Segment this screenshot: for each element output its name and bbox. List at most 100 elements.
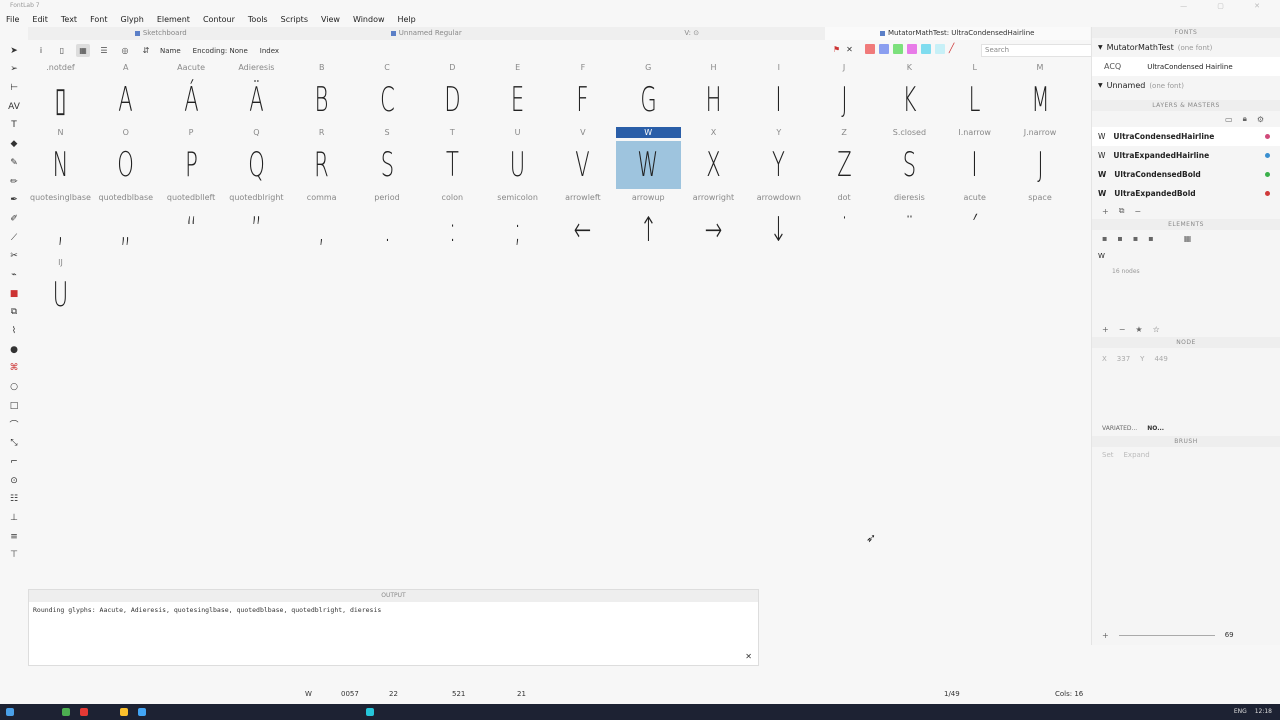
eyedropper-icon[interactable]: ⌘	[8, 362, 20, 374]
font-item-mutatormath[interactable]: ▼ MutatorMathTest (one font)	[1092, 38, 1280, 57]
layer-item-ultracondensedhairline[interactable]: W UltraCondensedHairline	[1092, 127, 1280, 146]
glyph-cell-i[interactable]: II	[746, 62, 811, 127]
glyph-cell-colon[interactable]: colon:	[420, 192, 485, 257]
brush-size-slider[interactable]	[1118, 634, 1215, 636]
status-rsb[interactable]: 21	[517, 690, 526, 698]
menu-edit[interactable]: Edit	[32, 15, 48, 24]
close-icon[interactable]: ✕	[745, 652, 752, 661]
add-icon[interactable]: +	[1102, 207, 1109, 216]
menu-contour[interactable]: Contour	[203, 15, 235, 24]
scissors-icon[interactable]: ✂	[8, 250, 20, 262]
font-item-unnamed[interactable]: ▼ Unnamed (one font)	[1092, 76, 1280, 95]
glyph-cell-arrowdown[interactable]: arrowdown ↓	[746, 192, 811, 257]
arc-icon[interactable]: ⌒	[8, 418, 20, 431]
glyph-cell-space[interactable]: space	[1008, 192, 1073, 257]
layer-color-dot[interactable]	[1265, 172, 1270, 177]
grid-view-icon[interactable]: ▦	[76, 44, 90, 57]
rulers-icon[interactable]: ☷	[8, 493, 20, 505]
list-view-icon[interactable]: ☰	[97, 44, 111, 57]
pen-tool-icon[interactable]: ✒	[8, 194, 20, 206]
tab-sketchboard[interactable]: Sketchboard	[28, 27, 294, 40]
fill-icon[interactable]: ●	[8, 344, 20, 356]
glyph-cell-dieresis[interactable]: dieresis ¨	[877, 192, 942, 257]
glyph-cell-e[interactable]: EE	[485, 62, 550, 127]
swatch-lightcyan[interactable]	[934, 44, 945, 54]
glyph-cell-q[interactable]: QQ	[224, 127, 289, 192]
glyph-cell-o[interactable]: OO	[93, 127, 158, 192]
glyph-cell-adieresis[interactable]: Adieresis Ä	[224, 62, 289, 127]
glyph-cell-y[interactable]: YY	[746, 127, 811, 192]
tab-unnamed-regular[interactable]: Unnamed Regular	[294, 27, 560, 40]
glyph-cell-u[interactable]: UU	[485, 127, 550, 192]
swatch-blue[interactable]	[878, 44, 889, 54]
layer-item-ultracondensedbold[interactable]: W UltraCondensedBold	[1092, 165, 1280, 184]
shape-tool-icon[interactable]: ⌁	[8, 269, 20, 281]
element-icon[interactable]: ▪	[1133, 234, 1138, 243]
knife-icon[interactable]: ⟋	[8, 232, 20, 244]
glyph-cell-v[interactable]: VV	[550, 127, 615, 192]
menu-help[interactable]: Help	[398, 15, 416, 24]
menu-font[interactable]: Font	[90, 15, 107, 24]
glyph-cell-r[interactable]: RR	[289, 127, 354, 192]
status-unicode[interactable]: 0057	[341, 690, 359, 698]
status-lsb[interactable]: 22	[389, 690, 398, 698]
set-button[interactable]: Set	[1102, 451, 1114, 459]
menu-window[interactable]: Window	[353, 15, 385, 24]
layer-color-dot[interactable]	[1265, 191, 1270, 196]
sort-icon[interactable]: ⇵	[139, 44, 153, 57]
glyph-cell-l[interactable]: LL	[942, 62, 1007, 127]
swatch-green[interactable]	[892, 44, 903, 54]
glyph-cell-f[interactable]: FF	[550, 62, 615, 127]
grid-icon[interactable]: ▦	[1184, 234, 1192, 243]
glyph-cell-s-closed[interactable]: S.closed S	[877, 127, 942, 192]
encoding-caption[interactable]: Encoding: None	[193, 47, 248, 55]
taskbar-app-icon[interactable]	[62, 708, 70, 716]
glyph-cell-comma[interactable]: comma,	[289, 192, 354, 257]
glyph-cell-d[interactable]: DD	[420, 62, 485, 127]
font-master-row[interactable]: ACQ UltraCondensed Hairline	[1092, 57, 1280, 76]
glyph-cell-c[interactable]: CC	[355, 62, 420, 127]
transform-icon[interactable]: ⤡	[8, 437, 20, 449]
glyph-cell-i-narrow[interactable]: I.narrow I	[942, 127, 1007, 192]
info-icon[interactable]: i	[34, 44, 48, 57]
name-caption[interactable]: Name	[160, 47, 181, 55]
layer-add-icon[interactable]: ▭	[1225, 115, 1233, 124]
glyph-cell-acute[interactable]: acute ´	[942, 192, 1007, 257]
element-item[interactable]: W	[1092, 246, 1280, 265]
element-icon[interactable]: ▪	[1102, 234, 1107, 243]
glyph-cell-t[interactable]: TT	[420, 127, 485, 192]
glyph-cell-ij[interactable]: IJ U	[28, 257, 93, 322]
clear-flag-icon[interactable]: ✕	[846, 45, 853, 54]
menu-scripts[interactable]: Scripts	[281, 15, 308, 24]
layer-item-ultraexpandedhairline[interactable]: W UltraExpandedHairline	[1092, 146, 1280, 165]
glyph-cell-quotesinglbase[interactable]: quotesinglbase ‚	[28, 192, 93, 257]
status-width[interactable]: 521	[452, 690, 465, 698]
glyph-cell-j[interactable]: JJ	[812, 62, 877, 127]
glyph-cell--notdef[interactable]: .notdef ▯	[28, 62, 93, 127]
filter-icon[interactable]: ◎	[118, 44, 132, 57]
grid-tool-icon[interactable]: ⊥	[8, 512, 20, 524]
menu-element[interactable]: Element	[157, 15, 190, 24]
glyph-cell-a[interactable]: AA	[93, 62, 158, 127]
hand-icon[interactable]: ⊤	[8, 549, 20, 561]
x-field[interactable]: 337	[1117, 355, 1130, 363]
glyph-cell-quotedblbase[interactable]: quotedblbase „	[93, 192, 158, 257]
flag-icon[interactable]: ⚑	[833, 45, 840, 54]
language-indicator[interactable]: ENG	[1234, 708, 1247, 715]
glyph-cell-aacute[interactable]: Aacute Á	[159, 62, 224, 127]
color-well-icon[interactable]: ■	[8, 288, 20, 300]
glyph-cell-s[interactable]: SS	[355, 127, 420, 192]
lock-icon[interactable]: 🔒︎	[1243, 114, 1247, 124]
element-icon[interactable]: ▪	[1148, 234, 1153, 243]
glyph-cell-arrowright[interactable]: arrowright →	[681, 192, 746, 257]
glyph-cell-z[interactable]: ZZ	[812, 127, 877, 192]
glyph-cell-n[interactable]: NN	[28, 127, 93, 192]
glyph-cell-w[interactable]: WW	[615, 127, 681, 192]
menu-file[interactable]: File	[6, 15, 19, 24]
add-icon[interactable]: +	[1102, 325, 1109, 334]
glyph-cell-g[interactable]: GG	[616, 62, 681, 127]
swatch-red[interactable]	[864, 44, 875, 54]
remove-icon[interactable]: −	[1134, 207, 1141, 216]
taskbar-app-icon[interactable]	[120, 708, 128, 716]
pencil-icon[interactable]: ✏	[8, 176, 20, 188]
